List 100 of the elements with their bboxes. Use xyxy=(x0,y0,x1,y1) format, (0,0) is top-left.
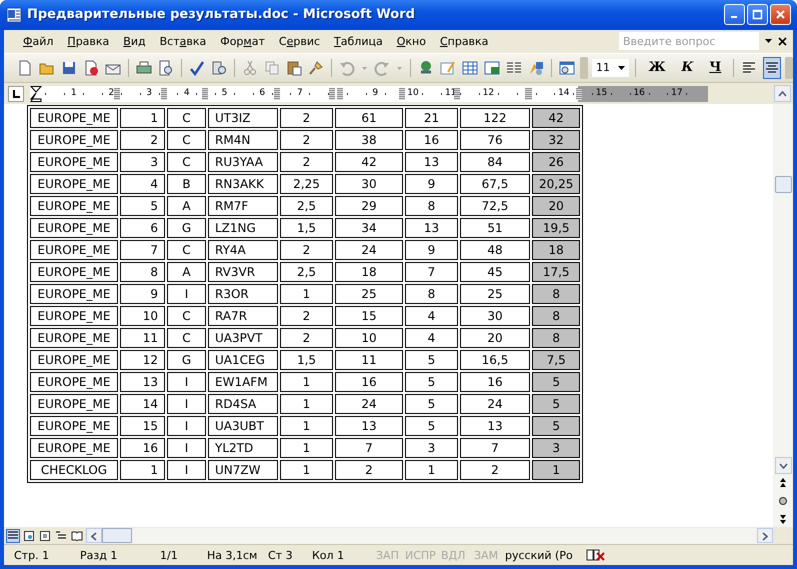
column-marker[interactable] xyxy=(454,88,460,100)
table-cell: 19,5 xyxy=(532,218,580,238)
table-cell: UT3IZ xyxy=(208,108,278,128)
table-cell: RM4N xyxy=(208,130,278,150)
menu-item[interactable]: Окно xyxy=(390,32,433,50)
table-cell: EUROPE_ME xyxy=(30,350,118,370)
table-cell: 1 xyxy=(280,394,333,414)
table-cell: EUROPE_ME xyxy=(30,108,118,128)
close-icon xyxy=(775,9,786,20)
font-size-field[interactable]: 11 xyxy=(592,58,630,77)
indent-marker-icon[interactable] xyxy=(30,86,42,102)
column-marker[interactable] xyxy=(576,88,582,100)
column-marker[interactable] xyxy=(161,88,167,100)
table-cell: I xyxy=(167,284,206,304)
help-search-field[interactable]: Введите вопрос xyxy=(619,32,759,50)
menu-item[interactable]: Формат xyxy=(213,32,272,50)
table-cell: 7 xyxy=(405,262,458,282)
scroll-up-button[interactable] xyxy=(774,85,791,102)
table-cell: 24 xyxy=(460,394,530,414)
table-cell: 16,5 xyxy=(460,350,530,370)
table-cell: 61 xyxy=(335,108,403,128)
column-marker[interactable] xyxy=(329,88,335,100)
table-cell: 7,5 xyxy=(532,350,580,370)
scroll-right-button[interactable] xyxy=(757,528,773,544)
table-cell: 20,25 xyxy=(532,174,580,194)
table-cell: 8 xyxy=(532,284,580,304)
dropdown-arrow-icon xyxy=(618,66,626,70)
table-cell: 3 xyxy=(405,438,458,458)
menu-item[interactable]: Сервис xyxy=(272,32,328,50)
table-cell: 38 xyxy=(335,130,403,150)
table-cell: 2,5 xyxy=(280,196,333,216)
web-view-button[interactable] xyxy=(22,528,36,543)
table-cell: 32 xyxy=(532,130,580,150)
close-button[interactable] xyxy=(770,4,791,26)
table-cell: 25 xyxy=(335,284,403,304)
table-cell: 13 xyxy=(460,416,530,436)
table-cell: 8 xyxy=(532,306,580,326)
page-icon xyxy=(40,530,50,541)
status-item: На 3,1см xyxy=(207,548,258,562)
table-cell: 16 xyxy=(335,372,403,392)
underline-button[interactable]: Ч xyxy=(703,58,728,78)
table-cell: G xyxy=(167,350,206,370)
scroll-left-button[interactable] xyxy=(86,528,102,544)
status-item: Кол 1 xyxy=(312,548,346,562)
table-cell: 2 xyxy=(460,460,530,480)
table-cell: 7 xyxy=(335,438,403,458)
status-item: ЗАП xyxy=(376,548,400,562)
table-cell: EUROPE_ME xyxy=(30,152,118,172)
table-cell: 5 xyxy=(405,372,458,392)
menu-item[interactable]: Вставка xyxy=(152,32,214,50)
maximize-button[interactable] xyxy=(747,4,768,26)
table-cell: 5 xyxy=(120,196,165,216)
status-item: ВДЛ xyxy=(441,548,466,562)
table-cell: 72,5 xyxy=(460,196,530,216)
table-cell: 4 xyxy=(120,174,165,194)
table-cell: C xyxy=(167,130,206,150)
italic-button[interactable]: К xyxy=(676,58,700,78)
table-cell: RM7F xyxy=(208,196,278,216)
menu-item[interactable]: Файл xyxy=(16,32,60,50)
menu-item[interactable]: Вид xyxy=(116,32,153,50)
column-marker[interactable] xyxy=(399,88,405,100)
table-cell: EUROPE_ME xyxy=(30,174,118,194)
menu-item[interactable]: Таблица xyxy=(327,32,390,50)
table-cell: 2 xyxy=(280,152,333,172)
align-center-button[interactable] xyxy=(762,56,781,79)
normal-view-button[interactable] xyxy=(6,528,20,543)
chevron-right-icon xyxy=(762,532,768,542)
dropdown-arrow-icon[interactable] xyxy=(765,39,772,44)
column-marker[interactable] xyxy=(274,88,280,100)
table-cell: EUROPE_ME xyxy=(30,262,118,282)
chevron-up-icon xyxy=(778,90,787,96)
column-marker[interactable] xyxy=(114,88,120,100)
print-preview-icon[interactable] xyxy=(157,58,175,78)
table-cell: I xyxy=(167,460,206,480)
table-cell: I xyxy=(167,438,206,458)
table-cell: 4 xyxy=(405,328,458,348)
scroll-thumb[interactable] xyxy=(102,528,132,544)
table-cell: 12 xyxy=(120,350,165,370)
status-item: ИСПР xyxy=(405,548,437,562)
scroll-thumb[interactable] xyxy=(774,176,792,194)
table-cell: EUROPE_ME xyxy=(30,284,118,304)
menu-item[interactable]: Справка xyxy=(432,32,496,50)
print-view-button[interactable] xyxy=(38,528,52,543)
bold-button[interactable]: Ж xyxy=(642,58,672,78)
table-cell: 1 xyxy=(280,416,333,436)
reading-view-button[interactable] xyxy=(70,528,84,543)
minimize-button[interactable] xyxy=(724,4,745,26)
table-cell: 9 xyxy=(405,174,458,194)
table-cell: 42 xyxy=(335,152,403,172)
table-cell: 2 xyxy=(280,240,333,260)
tab-stop-selector[interactable] xyxy=(8,86,24,102)
table-cell: 2,25 xyxy=(280,174,333,194)
column-marker[interactable] xyxy=(336,88,343,100)
menu-item[interactable]: Правка xyxy=(60,32,116,50)
table-cell: I xyxy=(167,416,206,436)
table-cell: 45 xyxy=(460,262,530,282)
column-marker[interactable] xyxy=(202,88,208,100)
table-cell: 48 xyxy=(460,240,530,260)
close-icon[interactable] xyxy=(778,36,787,46)
scroll-down-button[interactable] xyxy=(774,457,792,474)
